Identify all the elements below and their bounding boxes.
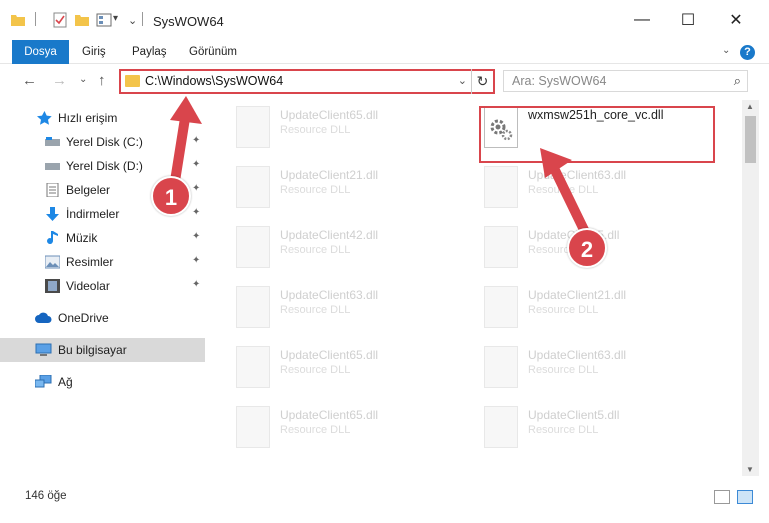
step-2-badge: 2 bbox=[567, 228, 607, 268]
arrow-2 bbox=[540, 148, 591, 239]
step-1-badge: 1 bbox=[151, 176, 191, 216]
annotation-arrows bbox=[167, 96, 591, 239]
